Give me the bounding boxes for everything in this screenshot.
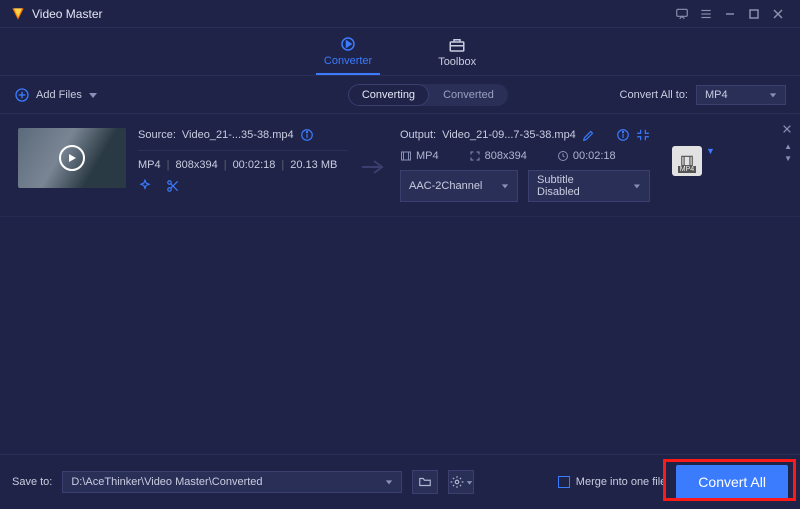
chevron-down-icon <box>769 91 777 99</box>
arrow-right-icon <box>360 158 388 176</box>
source-size: 20.13 MB <box>290 159 337 171</box>
minimize-button[interactable] <box>718 4 742 24</box>
subtitle-select[interactable]: Subtitle Disabled <box>528 170 650 202</box>
reorder-buttons[interactable]: ▲ ▼ <box>784 142 792 163</box>
plus-circle-icon <box>14 87 30 103</box>
source-format: MP4 <box>138 159 161 171</box>
enhance-icon[interactable] <box>138 179 152 193</box>
convert-all-to: Convert All to: MP4 <box>620 85 786 105</box>
open-folder-button[interactable] <box>412 470 438 494</box>
output-filename: Video_21-09...7-35-38.mp4 <box>442 129 576 141</box>
move-up-icon[interactable]: ▲ <box>784 142 792 151</box>
compress-icon[interactable] <box>636 128 650 142</box>
merge-label: Merge into one file <box>576 476 667 488</box>
maximize-button[interactable] <box>742 4 766 24</box>
menu-icon[interactable] <box>694 4 718 24</box>
move-down-icon[interactable]: ▼ <box>784 154 792 163</box>
gear-icon <box>450 475 464 489</box>
app-title: Video Master <box>32 7 102 21</box>
sub-toolbar: Add Files Converting Converted Convert A… <box>0 76 800 114</box>
convert-all-to-label: Convert All to: <box>620 89 688 101</box>
folder-icon <box>418 475 432 489</box>
audio-select[interactable]: AAC-2Channel <box>400 170 518 202</box>
format-dropdown-icon[interactable]: ▼ <box>706 146 715 156</box>
edit-icon[interactable] <box>582 128 596 142</box>
output-format-badge[interactable]: MP4 <box>672 146 702 176</box>
media-info-icon[interactable] <box>300 128 314 142</box>
chevron-down-icon <box>385 478 393 486</box>
output-label: Output: <box>400 129 436 141</box>
tab-toolbox[interactable]: Toolbox <box>430 28 484 75</box>
close-button[interactable] <box>766 4 790 24</box>
settings-button[interactable] <box>448 470 474 494</box>
film-icon <box>400 150 412 162</box>
chevron-down-icon <box>501 182 509 190</box>
source-filename: Video_21-...35-38.mp4 <box>182 129 294 141</box>
tab-converter[interactable]: Converter <box>316 28 380 75</box>
video-thumbnail[interactable] <box>18 128 126 188</box>
chevron-down-icon <box>633 182 641 190</box>
add-files-button[interactable]: Add Files <box>14 87 98 103</box>
save-to-label: Save to: <box>12 476 52 488</box>
source-duration: 00:02:18 <box>233 159 276 171</box>
file-list: Source: Video_21-...35-38.mp4 MP4| 808x3… <box>0 114 800 430</box>
remove-item-button[interactable] <box>782 124 792 134</box>
app-logo-icon <box>10 6 26 22</box>
info-icon[interactable] <box>616 128 630 142</box>
output-resolution: 808x394 <box>469 150 527 162</box>
expand-icon <box>469 150 481 162</box>
convert-all-to-select[interactable]: MP4 <box>696 85 786 105</box>
convert-all-button[interactable]: Convert All <box>676 465 788 499</box>
feedback-icon[interactable] <box>670 4 694 24</box>
checkbox-icon <box>558 476 570 488</box>
convert-status-tabs: Converting Converted <box>348 84 508 106</box>
toolbox-icon <box>448 36 466 54</box>
convert-all-to-value: MP4 <box>705 89 728 101</box>
source-resolution: 808x394 <box>175 159 217 171</box>
save-to-path: D:\AceThinker\Video Master\Converted <box>71 476 262 488</box>
add-files-label: Add Files <box>36 89 82 101</box>
tab-toolbox-label: Toolbox <box>438 56 476 68</box>
bottom-bar: Save to: D:\AceThinker\Video Master\Conv… <box>0 454 800 509</box>
save-to-select[interactable]: D:\AceThinker\Video Master\Converted <box>62 471 402 493</box>
chevron-down-icon[interactable] <box>88 90 98 100</box>
output-format: MP4 <box>400 150 439 162</box>
main-tabs: Converter Toolbox <box>0 28 800 76</box>
source-label: Source: <box>138 129 176 141</box>
converter-icon <box>339 35 357 53</box>
output-duration: 00:02:18 <box>557 150 616 162</box>
play-icon <box>59 145 85 171</box>
tab-converted[interactable]: Converted <box>429 84 508 106</box>
cut-icon[interactable] <box>166 179 180 193</box>
chevron-down-icon <box>466 479 473 486</box>
clock-icon <box>557 150 569 162</box>
title-bar: Video Master <box>0 0 800 28</box>
tab-converter-label: Converter <box>324 55 372 67</box>
tab-converting[interactable]: Converting <box>348 84 429 106</box>
file-row: Source: Video_21-...35-38.mp4 MP4| 808x3… <box>0 114 800 217</box>
merge-checkbox[interactable]: Merge into one file <box>558 476 667 488</box>
